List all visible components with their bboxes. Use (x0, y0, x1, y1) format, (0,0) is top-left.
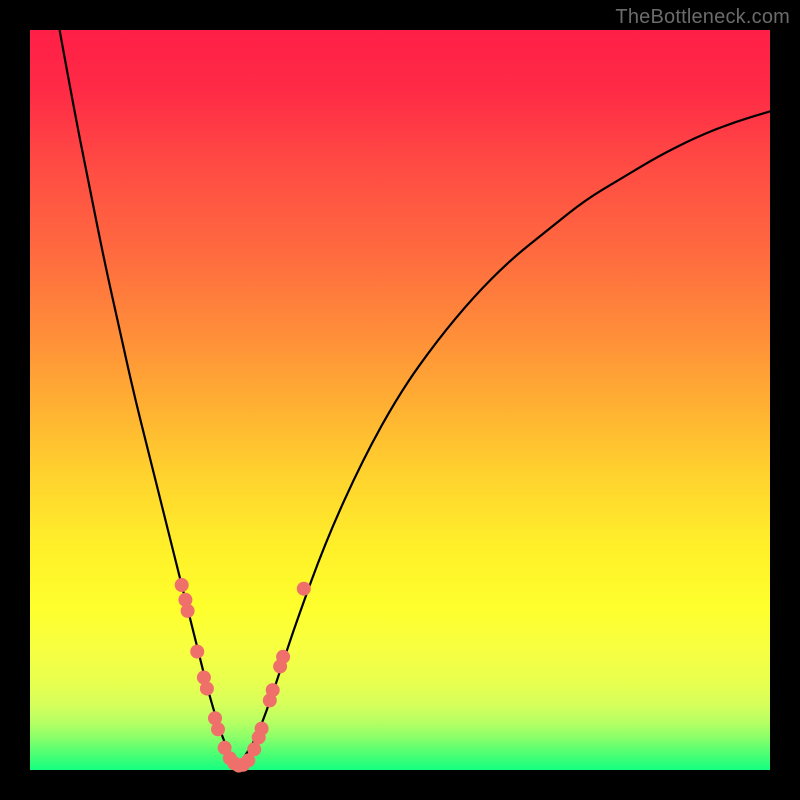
chart-frame: TheBottleneck.com (0, 0, 800, 800)
scatter-points (175, 578, 311, 773)
bottleneck-curve (60, 30, 770, 766)
plot-area (30, 30, 770, 770)
watermark-text: TheBottleneck.com (615, 6, 790, 29)
curve-layer (30, 30, 770, 770)
data-point (297, 582, 311, 596)
data-point (200, 682, 214, 696)
data-point (255, 722, 269, 736)
data-point (211, 722, 225, 736)
data-point (181, 604, 195, 618)
data-point (266, 683, 280, 697)
data-point (190, 645, 204, 659)
data-point (276, 650, 290, 664)
data-point (247, 742, 261, 756)
data-point (175, 578, 189, 592)
